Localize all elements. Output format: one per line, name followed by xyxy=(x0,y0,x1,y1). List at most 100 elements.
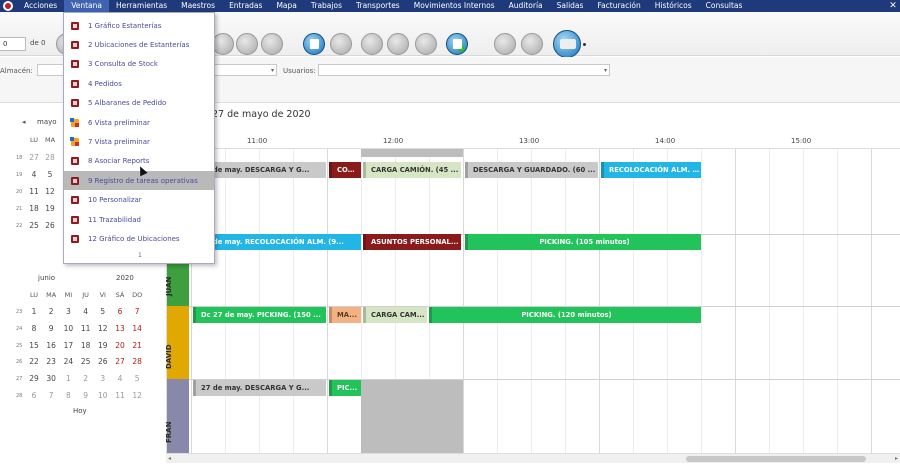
ventana-menu-item[interactable]: 1 Gráfico Estanterías xyxy=(64,16,214,35)
calendar-day[interactable]: 8 xyxy=(27,324,41,333)
calendar-day[interactable]: 2 xyxy=(79,374,93,383)
toolbar-button[interactable] xyxy=(330,33,352,55)
calendar-day[interactable]: 9 xyxy=(79,391,93,400)
menu-more-indicator[interactable]: 1 xyxy=(138,252,142,259)
menu-mapa[interactable]: Mapa xyxy=(269,0,303,12)
toolbar-button[interactable] xyxy=(494,33,516,55)
menu-salidas[interactable]: Salidas xyxy=(550,0,591,12)
menu-históricos[interactable]: Históricos xyxy=(648,0,699,12)
close-icon[interactable]: ✕ xyxy=(888,1,898,11)
calendar-day[interactable]: 21 xyxy=(130,341,144,350)
scroll-thumb[interactable] xyxy=(686,456,866,462)
calendar-day[interactable]: 26 xyxy=(96,357,110,366)
calendar-day[interactable]: 7 xyxy=(44,391,58,400)
menu-trabajos[interactable]: Trabajos xyxy=(304,0,349,12)
calendar-day[interactable]: 23 xyxy=(44,357,58,366)
calendar-day[interactable]: 30 xyxy=(44,374,58,383)
calendar-day[interactable]: 13 xyxy=(113,324,127,333)
schedule-event[interactable]: Dc 27 de may. PICKING. (150 ... xyxy=(193,307,326,323)
calendar-day[interactable]: 2 xyxy=(44,307,58,316)
ventana-menu-item[interactable]: 2 Ubicaciones de Estanterías xyxy=(64,35,214,54)
calendar-day[interactable]: 5 xyxy=(96,307,110,316)
today-button[interactable]: Hoy xyxy=(73,407,87,415)
page-input[interactable]: 0 xyxy=(0,37,26,51)
export-button[interactable] xyxy=(303,33,325,55)
ventana-menu-item[interactable]: 10 Personalizar xyxy=(64,191,214,210)
ventana-menu-item[interactable]: 6 Vista preliminar xyxy=(64,113,214,132)
schedule-event[interactable]: PICKING. (120 minutos) xyxy=(429,307,701,323)
calendar-day[interactable]: 12 xyxy=(130,391,144,400)
calendar-day[interactable]: 11 xyxy=(113,391,127,400)
calendar-day[interactable]: 28 xyxy=(130,357,144,366)
schedule-event[interactable]: MA... xyxy=(329,307,361,323)
horizontal-scrollbar[interactable]: ◂ ▸ xyxy=(166,453,900,463)
calendar-day[interactable]: 8 xyxy=(61,391,75,400)
calendar-day[interactable]: 16 xyxy=(44,341,58,350)
calendar-day[interactable]: 18 xyxy=(79,341,93,350)
ventana-menu-item[interactable]: 7 Vista preliminar xyxy=(64,132,214,151)
toolbar-button[interactable] xyxy=(212,33,234,55)
calendar-day[interactable]: 4 xyxy=(79,307,93,316)
schedule-event[interactable]: CARGA CAMIÓN. (45 ... xyxy=(363,162,461,178)
schedule-event[interactable]: RECOLOCACIÓN ALM. (... xyxy=(601,162,701,178)
calendar-day[interactable]: 10 xyxy=(61,324,75,333)
calendar-day[interactable]: 25 xyxy=(27,221,41,230)
calendar-day[interactable]: 25 xyxy=(79,357,93,366)
schedule-event[interactable]: 27 de may. RECOLOCACIÓN ALM. (9... xyxy=(193,234,361,250)
calendar-day[interactable]: 12 xyxy=(43,187,57,196)
menu-facturación[interactable]: Facturación xyxy=(590,0,647,12)
calendar-day[interactable]: 17 xyxy=(61,341,75,350)
ventana-menu-item[interactable]: 5 Albaranes de Pedido xyxy=(64,94,214,113)
calendar-day[interactable]: 15 xyxy=(27,341,41,350)
calendar-day[interactable]: 4 xyxy=(27,170,41,179)
menu-transportes[interactable]: Transportes xyxy=(349,0,407,12)
calendar-day[interactable]: 6 xyxy=(113,307,127,316)
calendar-day[interactable]: 29 xyxy=(27,374,41,383)
calendar-day[interactable]: 11 xyxy=(27,187,41,196)
calendar-day[interactable]: 19 xyxy=(96,341,110,350)
schedule-event[interactable]: COM... xyxy=(329,162,361,178)
toolbar-button[interactable] xyxy=(236,33,258,55)
calendar-day[interactable]: 26 xyxy=(43,221,57,230)
ventana-menu-item[interactable]: 11 Trazabilidad xyxy=(64,210,214,229)
new-record-button[interactable] xyxy=(446,33,468,55)
schedule-event[interactable]: 27 de may. DESCARGA Y G... xyxy=(193,380,326,396)
calendar-day[interactable]: 5 xyxy=(130,374,144,383)
ventana-menu-item[interactable]: 4 Pedidos xyxy=(64,74,214,93)
calendar-day[interactable]: 3 xyxy=(96,374,110,383)
menu-maestros[interactable]: Maestros xyxy=(174,0,222,12)
menu-acciones[interactable]: Acciones xyxy=(17,0,64,12)
menu-ventana[interactable]: Ventana xyxy=(64,0,110,12)
menu-consultas[interactable]: Consultas xyxy=(699,0,750,12)
calendar-day[interactable]: 28 xyxy=(43,153,57,162)
menu-auditoría[interactable]: Auditoría xyxy=(502,0,550,12)
calendar-day[interactable]: 3 xyxy=(61,307,75,316)
print-dropdown-icon[interactable] xyxy=(583,43,586,46)
calendar-day[interactable]: 1 xyxy=(27,307,41,316)
ventana-menu-item[interactable]: 12 Gráfico de Ubicaciones xyxy=(64,229,214,248)
menu-entradas[interactable]: Entradas xyxy=(222,0,269,12)
schedule-event[interactable]: ASUNTOS PERSONAL... xyxy=(363,234,461,250)
menu-herramientas[interactable]: Herramientas xyxy=(109,0,174,12)
toolbar-button[interactable] xyxy=(361,33,383,55)
usuarios-select[interactable]: ▾ xyxy=(318,64,610,76)
toolbar-button[interactable] xyxy=(415,33,437,55)
calendar-day[interactable]: 27 xyxy=(113,357,127,366)
calendar-day[interactable]: 1 xyxy=(61,374,75,383)
toolbar-button[interactable] xyxy=(261,33,283,55)
calendar-day[interactable]: 20 xyxy=(113,341,127,350)
ventana-menu-item[interactable]: 3 Consulta de Stock xyxy=(64,55,214,74)
calendar-day[interactable]: 6 xyxy=(27,391,41,400)
calendar-day[interactable]: 5 xyxy=(43,170,57,179)
calendar-day[interactable]: 9 xyxy=(44,324,58,333)
calendar-day[interactable]: 11 xyxy=(79,324,93,333)
menu-movimientos-internos[interactable]: Movimientos Internos xyxy=(407,0,502,12)
toolbar-button[interactable] xyxy=(521,33,543,55)
calendar-day[interactable]: 19 xyxy=(43,204,57,213)
schedule-event[interactable]: PIC... xyxy=(329,380,361,396)
calendar-day[interactable]: 22 xyxy=(27,357,41,366)
schedule-event[interactable]: PICKING. (105 minutos) xyxy=(465,234,701,250)
schedule-event[interactable]: DESCARGA Y GUARDADO. (60 ... xyxy=(465,162,598,178)
calendar-day[interactable]: 10 xyxy=(96,391,110,400)
calendar-day[interactable]: 18 xyxy=(27,204,41,213)
